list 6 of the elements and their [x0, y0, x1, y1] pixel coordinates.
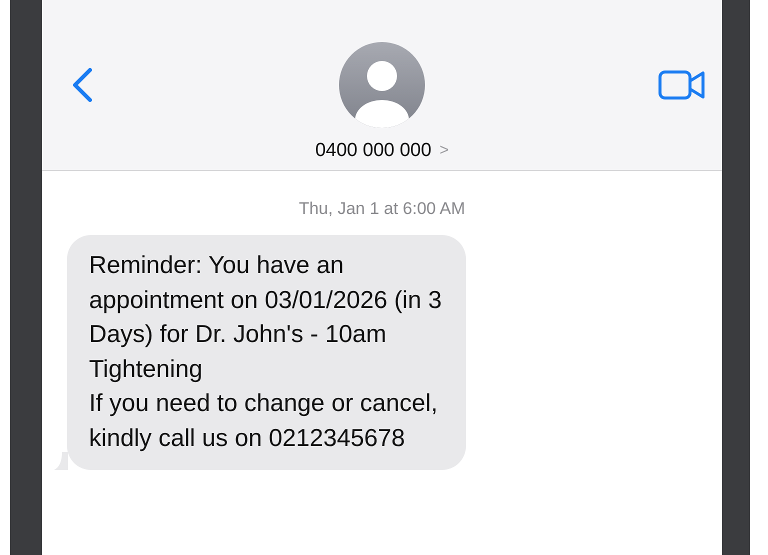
- video-camera-icon[interactable]: [658, 69, 706, 101]
- back-icon[interactable]: [71, 67, 93, 103]
- message-bubble: Reminder: You have an appointment on 03/01/2026 (in 3 Days) for Dr. John's - 10am Tightening If you need to change or cancel, kindly call us on 0212345678: [67, 235, 466, 470]
- contact-name[interactable]: 0400 000 000 >: [315, 140, 449, 162]
- timestamp: Thu, Jan 1 at 6:00 AM: [298, 199, 466, 219]
- avatar-icon: [339, 42, 425, 128]
